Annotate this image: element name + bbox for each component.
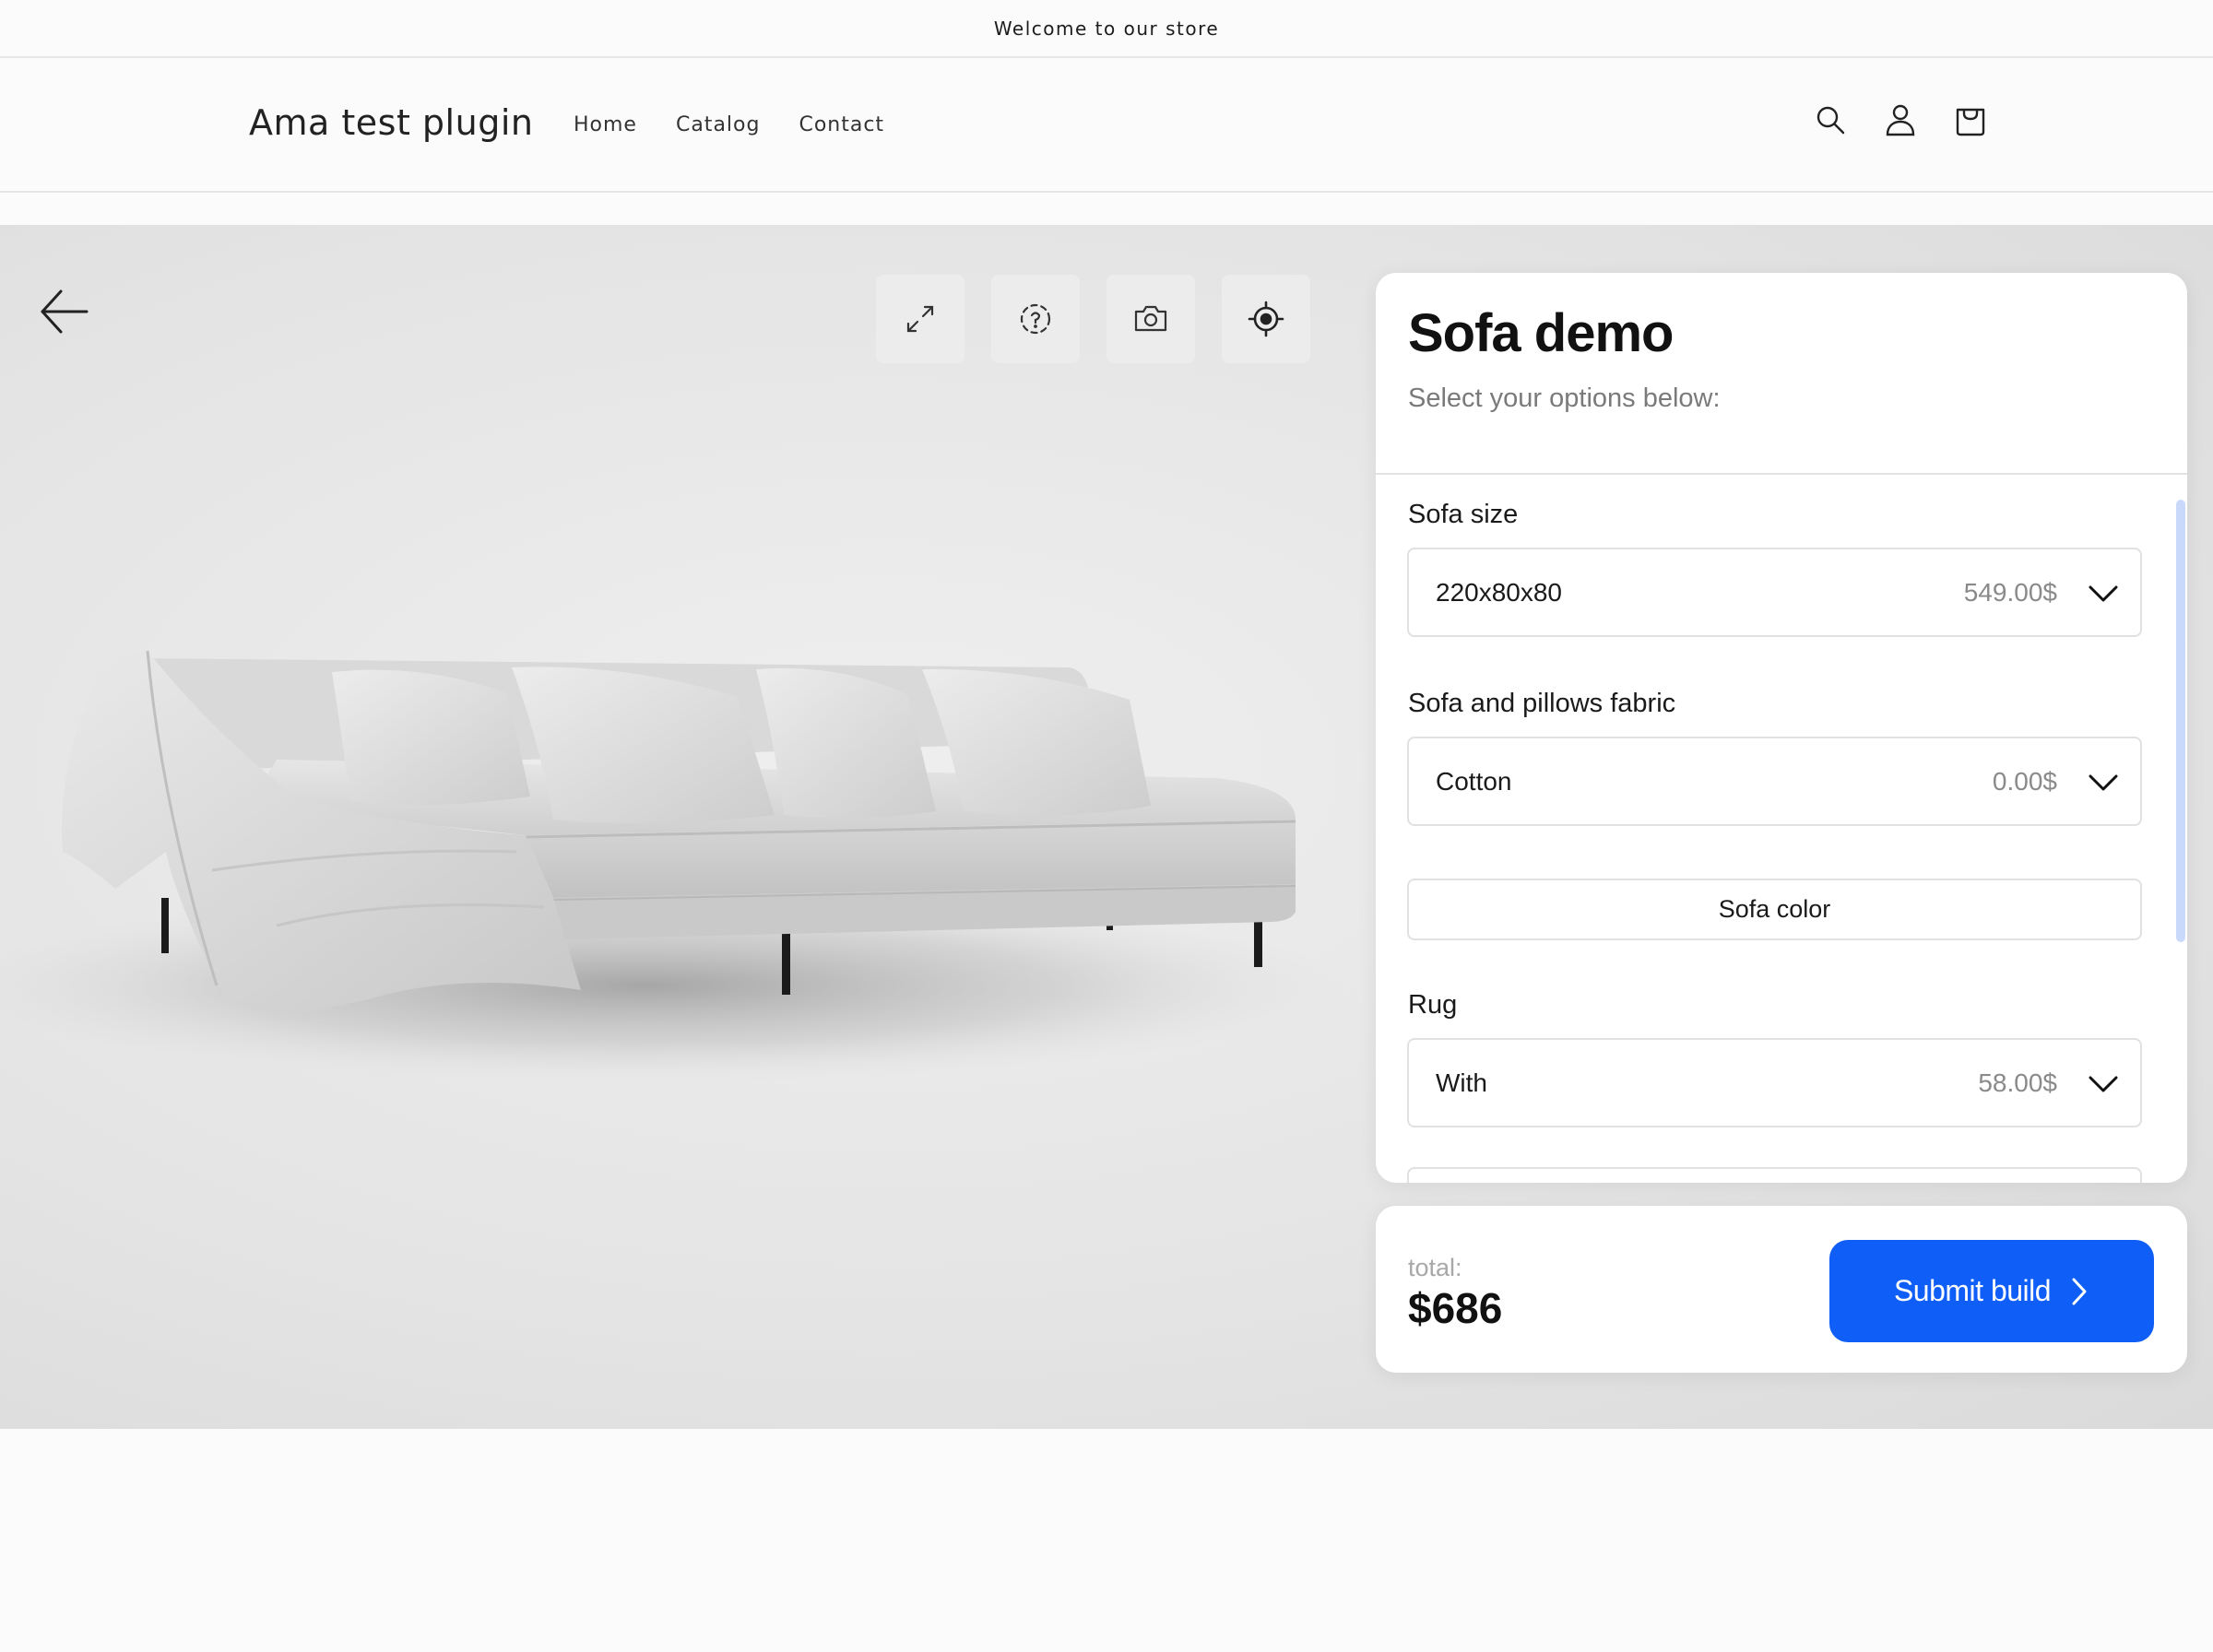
sofa-3d-model[interactable] bbox=[0, 621, 1365, 1193]
select-price: 549.00$ bbox=[1963, 578, 2057, 607]
viewer-toolbar bbox=[876, 275, 1310, 363]
screenshot-button[interactable] bbox=[1106, 275, 1195, 363]
back-arrow-icon[interactable] bbox=[35, 282, 94, 341]
fullscreen-icon bbox=[906, 305, 934, 333]
cart-icon[interactable] bbox=[1952, 101, 1989, 138]
rotate-360-button[interactable] bbox=[991, 275, 1080, 363]
nav-home[interactable]: Home bbox=[574, 113, 637, 136]
submit-build-button[interactable]: Submit build bbox=[1829, 1240, 2154, 1342]
fullscreen-button[interactable] bbox=[876, 275, 964, 363]
nav-catalog[interactable]: Catalog bbox=[676, 113, 761, 136]
configurator-panel: Sofa demo Select your options below: Sof… bbox=[1376, 273, 2187, 1183]
select-price: 58.00$ bbox=[1978, 1068, 2057, 1097]
announcement-bar: Welcome to our store bbox=[0, 0, 2213, 58]
product-subtitle: Select your options below: bbox=[1408, 384, 1721, 413]
recenter-button[interactable] bbox=[1222, 275, 1310, 363]
submit-label: Submit build bbox=[1893, 1274, 2052, 1307]
select-price: 0.00$ bbox=[1992, 767, 2057, 796]
select-value: Cotton bbox=[1436, 767, 1512, 796]
fabric-select[interactable]: Cotton 0.00$ bbox=[1407, 737, 2142, 826]
option-label-fabric: Sofa and pillows fabric bbox=[1408, 689, 1676, 718]
sofa-color-button[interactable]: Sofa color bbox=[1407, 879, 2142, 940]
announcement-text: Welcome to our store bbox=[993, 17, 1220, 40]
recenter-icon bbox=[1248, 301, 1284, 337]
next-option-select[interactable] bbox=[1407, 1167, 2142, 1183]
search-icon[interactable] bbox=[1812, 101, 1849, 138]
chevron-down-icon bbox=[2089, 585, 2118, 602]
total-card: total: $686 Submit build bbox=[1376, 1206, 2187, 1373]
rotate-360-icon bbox=[1020, 303, 1051, 335]
site-header: Ama test plugin Home Catalog Contact bbox=[0, 58, 2213, 193]
option-label-sofa-size: Sofa size bbox=[1408, 500, 1519, 529]
nav-contact[interactable]: Contact bbox=[799, 113, 884, 136]
chevron-down-icon bbox=[2089, 774, 2118, 791]
option-label-rug: Rug bbox=[1408, 990, 1458, 1020]
account-icon[interactable] bbox=[1882, 101, 1919, 138]
select-value: With bbox=[1436, 1068, 1487, 1097]
panel-scrollbar[interactable] bbox=[2176, 500, 2185, 942]
header-icons bbox=[1812, 101, 1989, 138]
total-label: total: bbox=[1408, 1254, 1462, 1281]
store-logo[interactable]: Ama test plugin bbox=[249, 102, 533, 143]
total-value: $686 bbox=[1408, 1284, 1503, 1332]
main-nav: Home Catalog Contact bbox=[574, 113, 884, 136]
sofa-size-select[interactable]: 220x80x80 549.00$ bbox=[1407, 548, 2142, 637]
select-value: 220x80x80 bbox=[1436, 578, 1563, 607]
product-title: Sofa demo bbox=[1408, 303, 1674, 363]
rug-select[interactable]: With 58.00$ bbox=[1407, 1038, 2142, 1127]
panel-divider bbox=[1376, 473, 2187, 475]
chevron-down-icon bbox=[2089, 1076, 2118, 1092]
chevron-right-icon bbox=[2072, 1278, 2087, 1304]
camera-icon bbox=[1134, 305, 1167, 332]
